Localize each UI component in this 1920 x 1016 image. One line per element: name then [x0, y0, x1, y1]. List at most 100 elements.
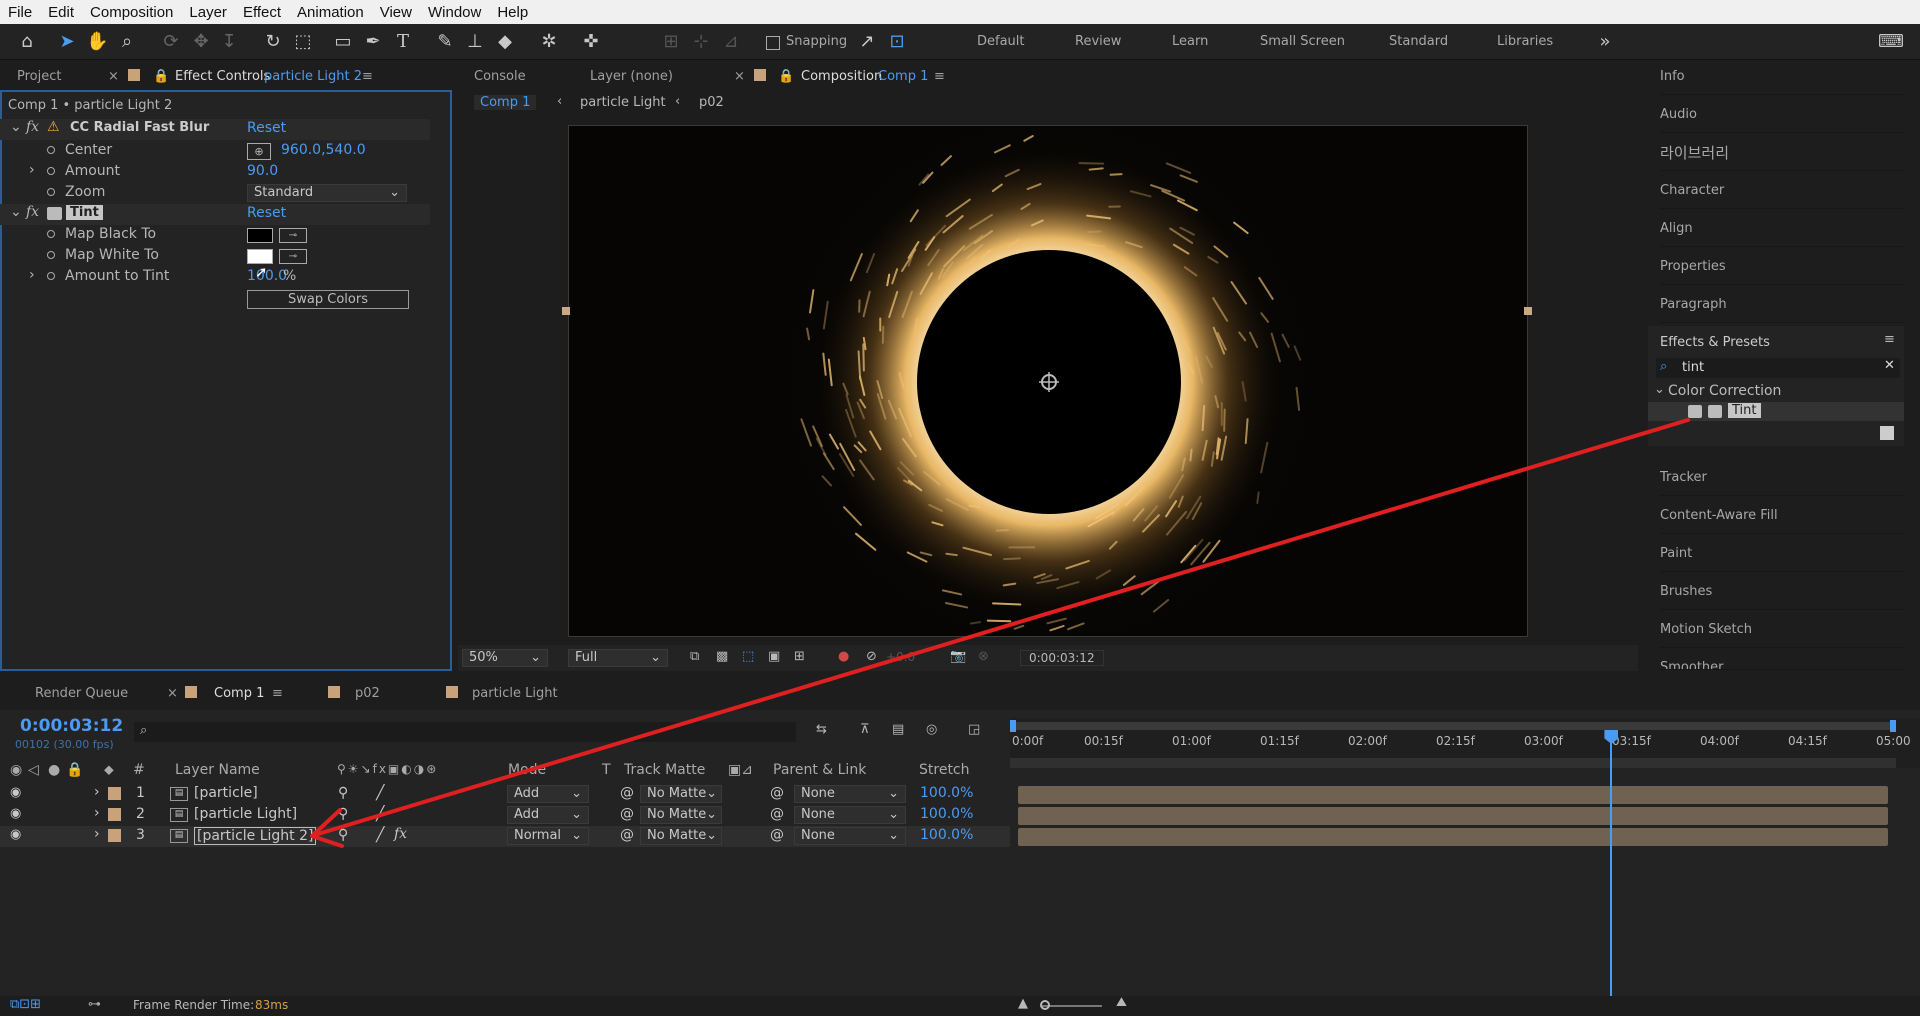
layer-handle[interactable] [562, 307, 570, 315]
layer-row[interactable]: ◉ › 1 ▤ [particle] ⚲ ╱ Add ⌄ @ No Matte ⌄ @ None ⌄ 100.… [0, 784, 1888, 805]
crosshair-icon[interactable]: ⊕ [247, 143, 271, 160]
menu-file[interactable]: File [0, 4, 40, 21]
effects-presets-title[interactable]: Effects & Presets [1660, 335, 1770, 350]
status-flow-icon[interactable]: ⊶ [88, 997, 101, 1012]
world-axis-icon[interactable]: ⊹ [690, 31, 712, 53]
tab-render-queue[interactable]: Render Queue [35, 686, 128, 701]
tab-comp1[interactable]: Comp 1 [214, 686, 264, 701]
status-toggle-icons[interactable]: ⧉⊡⊞ [10, 997, 41, 1012]
amount-value[interactable]: 90.0 [247, 163, 278, 179]
pan-behind-icon[interactable]: ⬚ [292, 31, 314, 53]
category-color-correction[interactable]: Color Correction [1668, 383, 1781, 399]
new-preset-icon[interactable] [1880, 426, 1894, 440]
stopwatch-icon[interactable] [47, 146, 55, 154]
panel-character[interactable]: Character [1660, 173, 1904, 209]
panel-paint[interactable]: Paint [1660, 536, 1904, 572]
pickwhip-icon[interactable]: @ [620, 785, 634, 801]
menu-composition[interactable]: Composition [82, 4, 181, 21]
reset-exposure-icon[interactable]: ⊘ [866, 649, 877, 664]
pan-camera-icon[interactable]: ✥ [190, 31, 212, 53]
label-color-icon[interactable] [108, 808, 121, 821]
layer-handle[interactable] [1524, 307, 1532, 315]
exposure-value[interactable]: +0.0 [886, 650, 915, 664]
puppet-pin-icon[interactable]: ✜ [580, 31, 602, 53]
breadcrumb-particle-light[interactable]: particle Light [580, 95, 666, 110]
zoom-slider[interactable] [1042, 1005, 1102, 1007]
eraser-tool-icon[interactable]: ◆ [494, 31, 516, 53]
menu-help[interactable]: Help [489, 4, 536, 21]
home-icon[interactable]: ⌂ [16, 31, 38, 53]
work-area-end-handle[interactable] [1890, 720, 1896, 732]
chevron-right-icon[interactable]: › [29, 267, 35, 283]
menu-view[interactable]: View [372, 4, 420, 21]
grid-guides-icon[interactable]: ⊞ [794, 649, 805, 664]
workspace-review[interactable]: Review [1075, 34, 1121, 49]
chevron-down-icon[interactable]: ⌄ [10, 204, 22, 220]
panel-menu-icon[interactable]: ≡ [934, 69, 945, 84]
zoom-slider-thumb[interactable] [1040, 1000, 1050, 1010]
stretch-value[interactable]: 100.0% [920, 785, 973, 801]
tab-particle-light[interactable]: particle Light [472, 686, 558, 701]
orbit-camera-icon[interactable]: ⟳ [160, 31, 182, 53]
tab-effect-controls[interactable]: Effect Controls [175, 69, 270, 84]
chevron-down-icon[interactable]: ⌄ [1654, 382, 1665, 397]
panel-smoother[interactable]: Smoother [1660, 650, 1904, 670]
black-color-swatch[interactable] [247, 228, 273, 243]
workspace-libraries[interactable]: Libraries [1497, 34, 1553, 49]
center-value[interactable]: 960.0,540.0 [281, 142, 366, 158]
stopwatch-icon[interactable] [47, 251, 55, 259]
eyedropper-icon[interactable]: ⊸ [279, 249, 307, 264]
panel-paragraph[interactable]: Paragraph [1660, 287, 1904, 323]
panel-content-aware-fill[interactable]: Content-Aware Fill [1660, 498, 1904, 534]
tab-project[interactable]: Project [17, 69, 61, 84]
workspace-small-screen[interactable]: Small Screen [1260, 34, 1345, 49]
viewer-timecode[interactable]: 0:00:03:12 [1020, 650, 1104, 666]
time-ruler[interactable]: 0:00f 00:15f 01:00f 01:15f 02:00f 02:15f 03:00… [1010, 718, 1920, 768]
header-parent[interactable]: Parent & Link [773, 762, 866, 778]
header-layer-name[interactable]: Layer Name [175, 762, 260, 778]
composition-viewer[interactable] [568, 125, 1528, 637]
clone-stamp-icon[interactable]: ⊥ [464, 31, 486, 53]
shy-switch-icon[interactable]: ⚲ [338, 806, 348, 822]
close-icon[interactable]: × [167, 686, 178, 701]
rectangle-tool-icon[interactable]: ▭ [332, 31, 354, 53]
layer-name[interactable]: [particle] [194, 785, 258, 801]
panel-menu-icon[interactable]: ≡ [362, 69, 373, 84]
workspace-learn[interactable]: Learn [1172, 34, 1208, 49]
draft-3d-icon[interactable]: ⊼ [860, 722, 870, 737]
breadcrumb-p02[interactable]: p02 [699, 95, 724, 110]
zoom-out-icon[interactable]: ▲ [1018, 996, 1028, 1011]
menu-animation[interactable]: Animation [289, 4, 372, 21]
panel-menu-icon[interactable]: ≡ [1884, 332, 1895, 347]
mask-visibility-icon[interactable]: ⬚ [742, 649, 754, 664]
local-axis-icon[interactable]: ⊞ [660, 31, 682, 53]
swap-colors-button[interactable]: Swap Colors [247, 290, 409, 309]
effects-search-field[interactable]: ⌕ tint ✕ [1656, 358, 1900, 378]
layer-duration-bar[interactable] [1018, 807, 1888, 825]
timeline-timecode[interactable]: 0:00:03:12 [20, 716, 123, 736]
layer-duration-bar[interactable] [1018, 786, 1888, 804]
brush-tool-icon[interactable]: ✎ [434, 31, 456, 53]
white-color-swatch[interactable] [247, 249, 273, 264]
stretch-value[interactable]: 100.0% [920, 806, 973, 822]
parent-pickwhip-icon[interactable]: @ [770, 806, 784, 822]
work-area-start-handle[interactable] [1010, 720, 1016, 732]
chevron-right-icon[interactable]: › [94, 805, 100, 821]
pickwhip-icon[interactable]: @ [620, 806, 634, 822]
parent-dropdown[interactable]: None ⌄ [794, 785, 906, 803]
dolly-camera-icon[interactable]: ↧ [218, 31, 240, 53]
snapshot-icon[interactable]: 📷 [950, 649, 966, 664]
panel-tracker[interactable]: Tracker [1660, 460, 1904, 496]
fx-icon[interactable]: fx [26, 204, 39, 220]
label-color-icon[interactable] [108, 829, 121, 842]
workspace-menu-icon[interactable]: ⌨ [1878, 31, 1904, 53]
tab-layer[interactable]: Layer (none) [590, 69, 673, 84]
stopwatch-icon[interactable] [47, 272, 55, 280]
eye-icon[interactable]: ◉ [10, 827, 21, 842]
header-track-matte[interactable]: Track Matte [624, 762, 705, 778]
zoom-in-icon[interactable]: ⛰ [1116, 995, 1127, 1010]
workspace-standard[interactable]: Standard [1389, 34, 1448, 49]
snap-feature-icon[interactable]: ⊡ [886, 31, 908, 53]
snap-edge-icon[interactable]: ↗ [856, 31, 878, 53]
pickwhip-icon[interactable]: @ [620, 827, 634, 843]
